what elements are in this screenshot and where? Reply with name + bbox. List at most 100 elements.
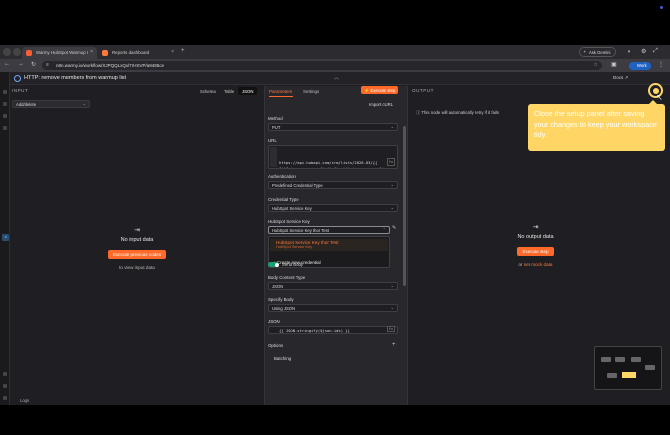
view-schema[interactable]: Schema — [196, 87, 220, 95]
left-rail: ◂ — [0, 72, 10, 405]
method-value: PUT — [272, 125, 281, 130]
auth-label: Authentication — [268, 174, 296, 179]
tab-bar: Warmy HubSpot Warmup I × Reports dashboa… — [0, 45, 670, 59]
collapse-icon[interactable]: ︽ — [334, 74, 339, 81]
arrow-right-to-line-icon: ⇥ — [532, 224, 539, 231]
service-key-value: HubSpot Service Key thor Test — [272, 228, 329, 233]
body-type-value: JSON — [272, 284, 284, 289]
mouse-cursor-icon: ↖ — [656, 93, 663, 102]
close-tab-icon[interactable]: × — [171, 49, 174, 55]
ask-gemini-button[interactable]: Ask Gemini — [579, 47, 617, 57]
view-json[interactable]: JSON — [238, 87, 258, 95]
parameters-panel: Parameters Settings ⚡ Execute step Impor… — [264, 86, 408, 405]
minimap[interactable] — [594, 346, 662, 390]
body-type-label: Body Content Type — [268, 275, 306, 280]
node-title[interactable]: HTTP: remove members from warmup list — [24, 75, 126, 81]
view-table[interactable]: Table — [220, 87, 238, 95]
arrow-right-to-line-icon: ⇥ — [134, 227, 140, 234]
rail-icon[interactable] — [3, 396, 7, 400]
n8n-favicon-icon — [102, 50, 108, 56]
empty-input-state: ⇥ No input data Execute previous nodes t… — [10, 226, 264, 270]
retry-note: ⓘ This node will automatically retry if … — [416, 110, 499, 116]
url-text: n8n.warmy.io/workflow/XJPQQLxQxl7rHSVP/a… — [56, 63, 164, 68]
globe-icon — [14, 75, 21, 82]
or-text: or — [518, 262, 523, 267]
empty-input-hint: to view input data — [119, 265, 155, 270]
rail-icon[interactable] — [3, 372, 7, 376]
cred-type-select[interactable]: HubSpot Service Key ⌄ — [268, 204, 398, 212]
tab-reports[interactable]: Reports dashboard × — [98, 47, 178, 59]
tab-label: Reports dashboard — [112, 50, 150, 55]
input-node-select[interactable]: Add/delete ⌄ — [12, 100, 90, 108]
expression-icon[interactable]: fx — [386, 158, 395, 166]
active-tab-underline — [269, 96, 293, 97]
logs-toggle[interactable]: Logs — [20, 398, 29, 403]
rail-icon[interactable] — [3, 384, 7, 388]
cred-type-label: Credential Type — [268, 197, 299, 202]
add-option-button[interactable]: + — [392, 342, 396, 348]
extensions-icon[interactable]: ▣ — [611, 61, 617, 68]
service-key-select[interactable]: HubSpot Service Key thor Test ⌃ — [268, 226, 390, 234]
execute-step-button[interactable]: ⚡ Execute step — [361, 86, 399, 94]
input-heading: INPUT — [12, 88, 29, 93]
reload-icon[interactable]: ↻ — [31, 61, 36, 68]
body-type-select[interactable]: JSON ⌄ — [268, 282, 398, 290]
auth-value: Predefined Credential Type — [272, 183, 323, 188]
scrollbar[interactable] — [403, 126, 406, 286]
url-input[interactable]: https://api.hubapi.com/crm/lists/2026-03… — [268, 145, 398, 169]
chevron-down-icon: ⌄ — [390, 305, 394, 310]
json-input[interactable]: {{ JSON.stringify($json.ids) }} fx — [268, 326, 398, 334]
specify-body-select[interactable]: Using JSON ⌄ — [268, 304, 398, 312]
json-label: JSON — [268, 319, 280, 324]
minimap-node — [645, 365, 655, 370]
address-bar[interactable]: ≡ n8n.warmy.io/workflow/XJPQQLxQxl7rHSVP… — [42, 61, 602, 70]
empty-input-title: No input data — [120, 237, 154, 243]
work-profile-badge[interactable]: Work — [629, 62, 651, 70]
expression-icon[interactable]: fx — [386, 326, 395, 332]
tab-parameters[interactable]: Parameters — [269, 89, 292, 94]
back-icon[interactable]: ← — [4, 61, 10, 67]
execute-step-output-button[interactable]: Execute step — [517, 247, 554, 256]
tab-warmy[interactable]: Warmy HubSpot Warmup I × — [22, 47, 97, 59]
bookmark-star-icon[interactable]: ☆ — [594, 62, 598, 68]
close-tab-icon[interactable]: × — [90, 49, 93, 55]
input-node-value: Add/delete — [16, 102, 37, 107]
mic-icon[interactable]: ◖ — [627, 49, 631, 55]
rail-active-icon[interactable]: ◂ — [2, 234, 9, 241]
rail-icon[interactable] — [3, 126, 7, 130]
import-curl-button[interactable]: Import cURL — [369, 102, 393, 107]
specify-body-label: Specify Body — [268, 297, 294, 302]
url-value: https://api.hubapi.com/crm/lists/2026-03… — [279, 160, 387, 169]
profile-icon[interactable] — [3, 48, 11, 56]
chevron-down-icon: ⌄ — [390, 205, 394, 210]
edit-pencil-icon[interactable]: ✎ — [392, 225, 396, 231]
tab-settings[interactable]: Settings — [303, 89, 319, 94]
new-tab-button[interactable]: + — [181, 48, 185, 54]
empty-output-state: ⇥ No output data Execute step or set moc… — [468, 223, 603, 267]
send-body-toggle[interactable] — [268, 262, 279, 267]
rail-icon[interactable] — [3, 102, 7, 106]
minimap-node — [615, 357, 625, 362]
rail-icon[interactable] — [3, 114, 7, 118]
settings-icon[interactable]: ⚙ — [641, 48, 646, 55]
chevron-up-icon: ⌃ — [382, 227, 386, 232]
method-select[interactable]: PUT ⌄ — [268, 123, 398, 131]
hubspot-favicon-icon — [26, 50, 32, 56]
chevron-down-icon: ⌄ — [82, 101, 86, 106]
menu-icon[interactable]: ⋮ — [658, 61, 664, 68]
batching-label[interactable]: Batching — [274, 356, 291, 361]
forward-icon[interactable]: → — [18, 61, 24, 67]
browser-toolbar: ← → ↻ ≡ n8n.warmy.io/workflow/XJPQQLxQxl… — [0, 59, 670, 72]
tab-search-icon[interactable] — [13, 48, 21, 56]
credential-option[interactable]: HubSpot Service Key thor Test HubSpot Se… — [270, 239, 388, 251]
site-info-icon[interactable]: ≡ — [46, 62, 49, 68]
fullscreen-icon[interactable]: ⤢ — [653, 48, 658, 55]
chevron-down-icon: ⌄ — [390, 124, 394, 129]
node-header: HTTP: remove members from warmup list ︽ … — [10, 72, 670, 85]
auth-select[interactable]: Predefined Credential Type ⌄ — [268, 181, 398, 189]
chevron-down-icon: ⌄ — [390, 182, 394, 187]
set-mock-data-link[interactable]: set mock data — [524, 262, 553, 267]
rail-icon[interactable] — [3, 90, 7, 94]
execute-previous-button[interactable]: Execute previous nodes — [107, 250, 167, 259]
docs-link[interactable]: Docs ↗ — [613, 75, 628, 81]
